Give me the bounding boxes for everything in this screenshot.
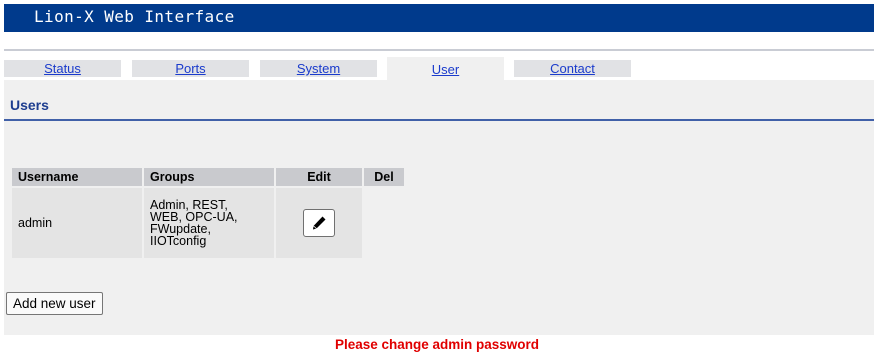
users-table: Username Groups Edit Del admin Admin, RE… [10, 166, 406, 260]
section-divider [4, 119, 874, 121]
user-del-cell [364, 188, 404, 258]
tab-status[interactable]: Status [4, 60, 121, 77]
tab-user-label[interactable]: User [432, 62, 459, 77]
table-header-row: Username Groups Edit Del [12, 168, 404, 186]
title-bar: Lion-X Web Interface [4, 4, 874, 32]
tab-system[interactable]: System [260, 60, 377, 77]
tab-system-label[interactable]: System [297, 61, 340, 76]
column-header-del: Del [364, 168, 404, 186]
tab-ports-label[interactable]: Ports [175, 61, 205, 76]
tab-status-label[interactable]: Status [44, 61, 81, 76]
user-edit-cell [276, 188, 362, 258]
user-groups: Admin, REST, WEB, OPC-UA, FWupdate, IIOT… [144, 188, 274, 258]
app-title: Lion-X Web Interface [34, 7, 235, 26]
tab-user[interactable]: User [387, 57, 504, 80]
tab-contact-label[interactable]: Contact [550, 61, 595, 76]
column-header-username: Username [12, 168, 142, 186]
admin-password-warning: Please change admin password [334, 337, 540, 352]
users-panel: Users Username Groups Edit Del admin Adm… [4, 80, 874, 335]
column-header-edit: Edit [276, 168, 362, 186]
add-new-user-button[interactable]: Add new user [6, 292, 103, 315]
tab-ports[interactable]: Ports [132, 60, 249, 77]
edit-user-button[interactable] [303, 209, 335, 237]
pencil-icon [313, 216, 326, 230]
section-title: Users [10, 97, 49, 113]
user-username: admin [12, 188, 142, 258]
header-divider [4, 49, 874, 51]
tab-contact[interactable]: Contact [514, 60, 631, 77]
table-row: admin Admin, REST, WEB, OPC-UA, FWupdate… [12, 188, 404, 258]
user-group-line: IIOTconfig [150, 234, 207, 248]
column-header-groups: Groups [144, 168, 274, 186]
